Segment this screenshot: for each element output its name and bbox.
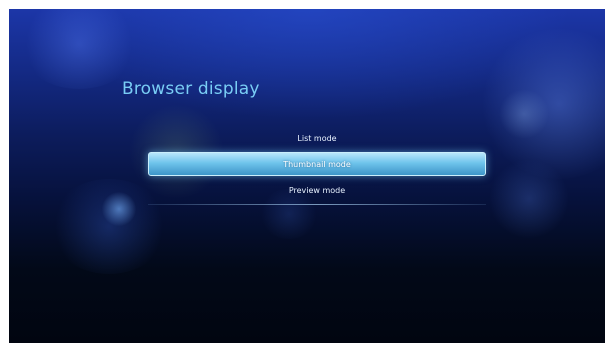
menu-item-label: List mode (297, 133, 337, 143)
menu-item-list-mode[interactable]: List mode (148, 127, 486, 149)
bokeh-light (479, 29, 605, 179)
page-title: Browser display (122, 79, 260, 99)
bokeh-light (19, 9, 139, 89)
menu-item-label: Thumbnail mode (283, 159, 351, 169)
menu-item-label: Preview mode (288, 185, 346, 195)
menu-divider (148, 204, 486, 205)
browser-display-screen: Browser display List mode Thumbnail mode… (9, 9, 605, 343)
bokeh-light (489, 159, 569, 239)
bokeh-light (499, 89, 549, 139)
display-mode-menu: List mode Thumbnail mode Preview mode (148, 127, 486, 204)
bokeh-light (102, 192, 136, 226)
menu-item-preview-mode[interactable]: Preview mode (148, 179, 486, 201)
menu-item-thumbnail-mode[interactable]: Thumbnail mode (148, 152, 486, 176)
